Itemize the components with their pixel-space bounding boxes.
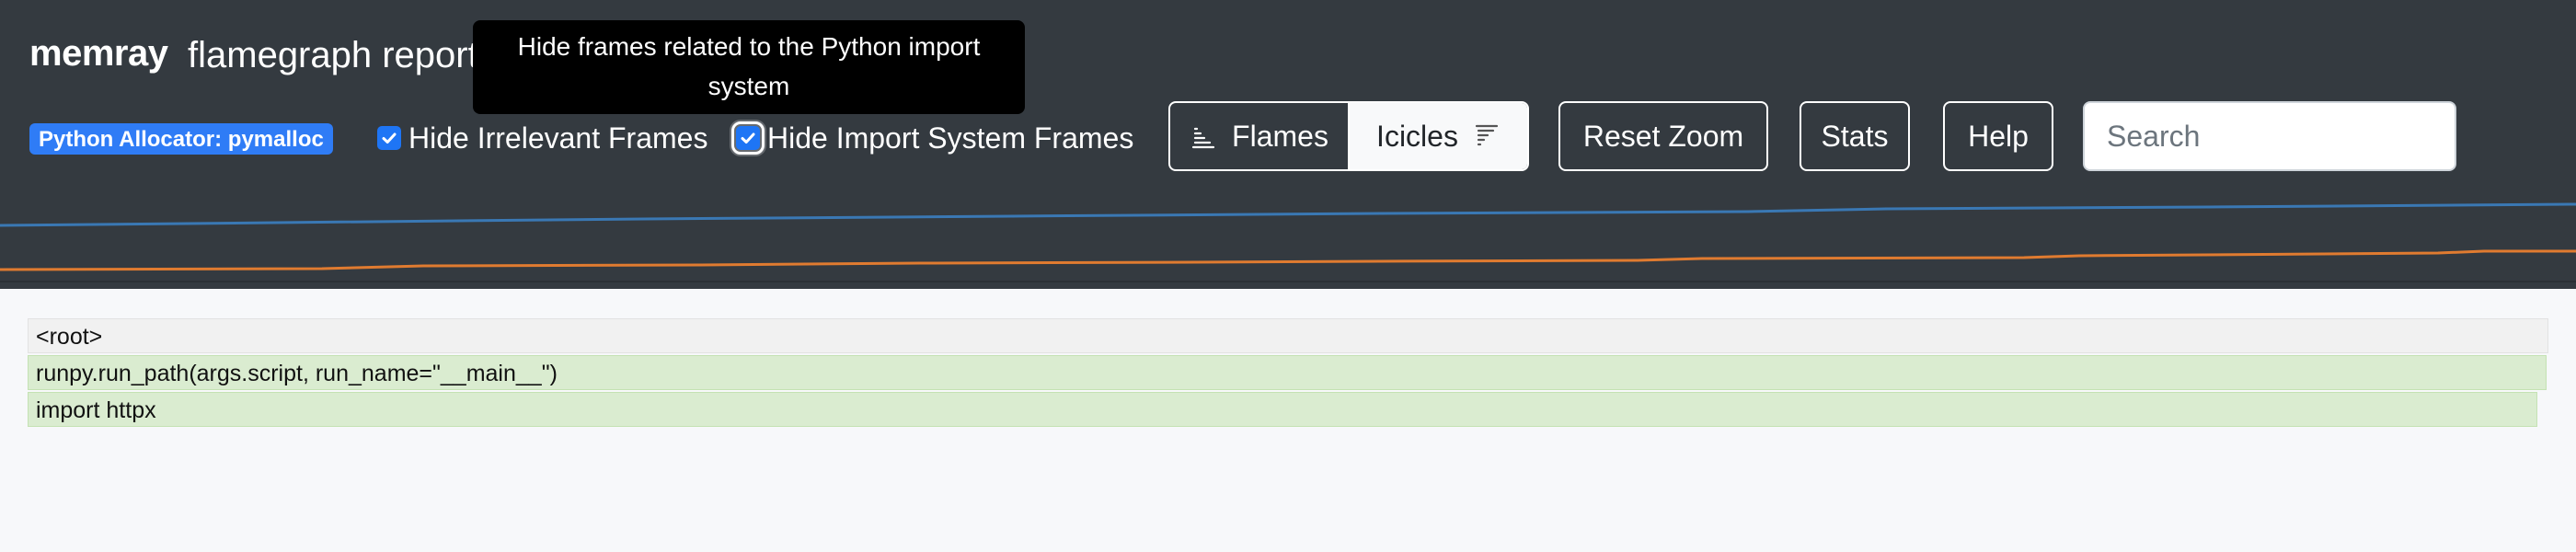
tooltip: Hide frames related to the Python import… bbox=[473, 20, 1025, 114]
hide-irrelevant-label: Hide Irrelevant Frames bbox=[408, 121, 708, 155]
search-input[interactable] bbox=[2083, 101, 2456, 171]
icicles-button[interactable]: Icicles bbox=[1350, 103, 1527, 169]
flames-label: Flames bbox=[1232, 119, 1328, 153]
view-mode-toggle: Flames Icicles bbox=[1168, 101, 1529, 171]
reset-zoom-button[interactable]: Reset Zoom bbox=[1558, 101, 1768, 171]
rss-usage-line bbox=[0, 249, 2576, 271]
hide-import-checkbox[interactable] bbox=[731, 121, 765, 155]
hide-import-label: Hide Import System Frames bbox=[767, 121, 1134, 155]
flamegraph: <root> runpy.run_path(args.script, run_n… bbox=[0, 289, 2576, 552]
hide-irrelevant-frames-toggle[interactable]: Hide Irrelevant Frames bbox=[377, 118, 707, 158]
flame-frame-runpy[interactable]: runpy.run_path(args.script, run_name="__… bbox=[28, 355, 2547, 390]
checkmark-icon bbox=[382, 132, 397, 144]
flame-frame-import-httpx[interactable]: import httpx bbox=[28, 392, 2537, 427]
allocator-badge: Python Allocator: pymalloc bbox=[29, 123, 333, 155]
flames-button[interactable]: Flames bbox=[1170, 103, 1350, 169]
toolbar-header: memray flamegraph report Hide frames rel… bbox=[0, 0, 2576, 289]
heap-usage-line bbox=[0, 202, 2576, 227]
help-button[interactable]: Help bbox=[1943, 101, 2053, 171]
icicles-icon bbox=[1475, 124, 1499, 146]
memory-usage-plot bbox=[0, 202, 2576, 282]
hide-irrelevant-checkbox[interactable] bbox=[377, 126, 401, 150]
memory-usage-chart bbox=[0, 184, 2576, 289]
stats-button[interactable]: Stats bbox=[1800, 101, 1910, 171]
brand-title: memray bbox=[29, 33, 168, 74]
icicles-label: Icicles bbox=[1376, 119, 1458, 153]
hide-import-frames-toggle[interactable]: Hide Import System Frames bbox=[731, 118, 1134, 158]
flames-icon bbox=[1191, 127, 1215, 149]
report-subtitle: flamegraph report bbox=[188, 35, 478, 75]
flame-frame-root[interactable]: <root> bbox=[28, 318, 2548, 353]
checkmark-icon bbox=[741, 132, 755, 144]
